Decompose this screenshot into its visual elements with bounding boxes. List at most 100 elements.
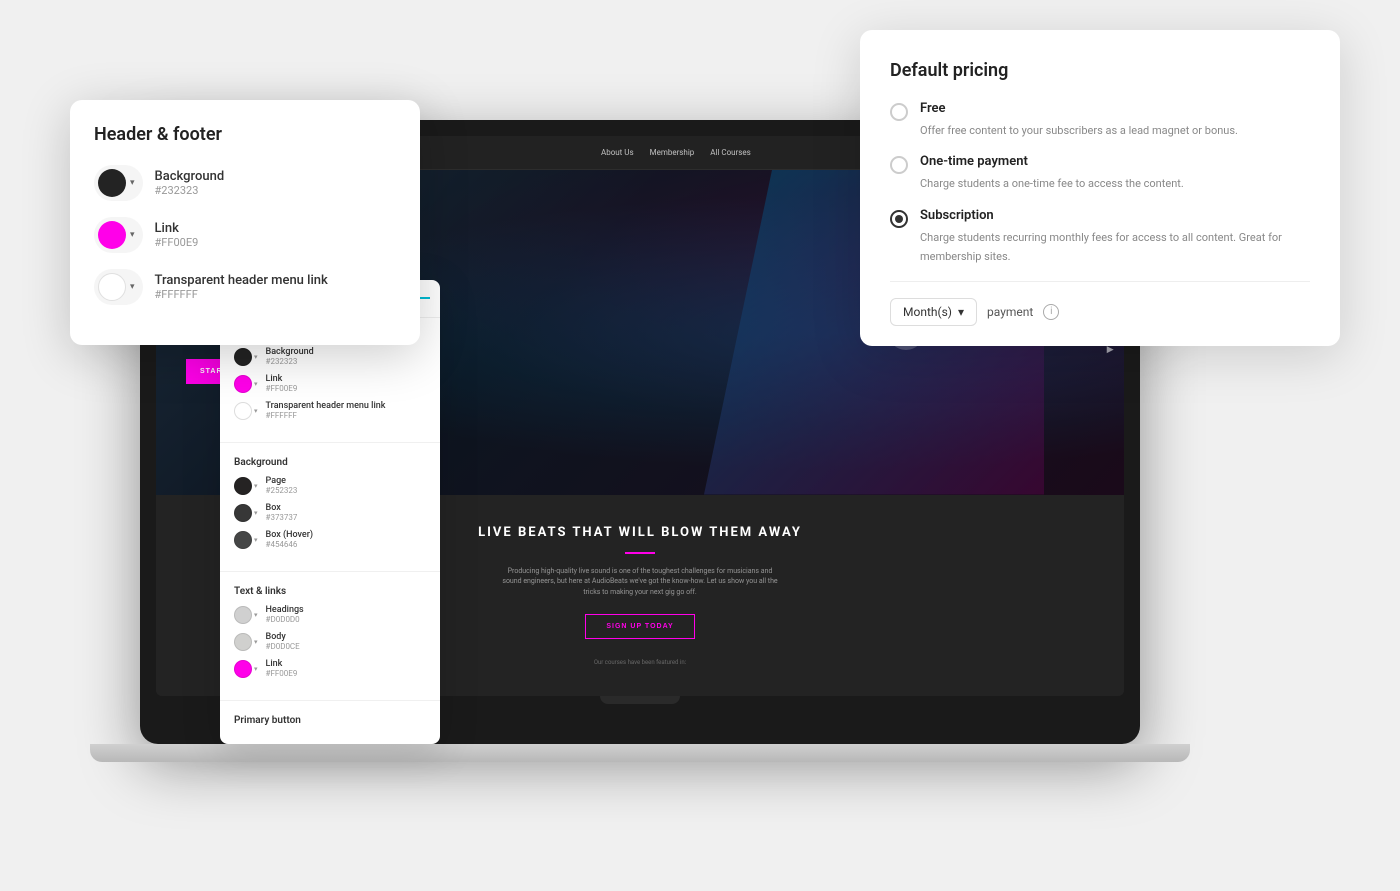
divider-1	[220, 442, 440, 443]
pricing-title: Default pricing	[890, 60, 1310, 81]
hf-transparent-hex: #FFFFFF	[155, 288, 396, 301]
body-label: Body	[266, 632, 426, 642]
transparent-swatch[interactable]	[234, 402, 252, 420]
transparent-label: Transparent header menu link	[266, 401, 426, 411]
hf-background-hex: #232323	[155, 184, 396, 197]
nav-membership[interactable]: Membership	[650, 148, 695, 157]
link-text-swatch-arrow[interactable]: ▾	[254, 665, 258, 673]
nav-about[interactable]: About Us	[601, 148, 634, 157]
box-hover-swatch-arrow[interactable]: ▾	[254, 536, 258, 544]
hf-transparent-swatch[interactable]	[98, 273, 126, 301]
box-swatch-arrow[interactable]: ▾	[254, 509, 258, 517]
radio-inner-dot	[895, 215, 903, 223]
color-row-page: ▾ Page #252323	[234, 476, 426, 495]
body-hex: #D0D0CE	[266, 642, 426, 651]
body-swatch-arrow[interactable]: ▾	[254, 638, 258, 646]
headings-label: Headings	[266, 605, 426, 615]
hf-link-swatch[interactable]	[98, 221, 126, 249]
section-text: Producing high-quality live sound is one…	[500, 566, 780, 598]
laptop-base	[90, 744, 1190, 762]
hf-link-row: ▾ Link #FF00E9	[94, 217, 396, 253]
color-row-box: ▾ Box #373737	[234, 503, 426, 522]
page-label: Page	[266, 476, 426, 486]
color-row-background: ▾ Background #232323	[234, 347, 426, 366]
box-hex: #373737	[266, 513, 426, 522]
color-row-transparent: ▾ Transparent header menu link #FFFFFF	[234, 401, 426, 420]
pricing-panel: Default pricing Free Offer free content …	[860, 30, 1340, 346]
link-text-swatch[interactable]	[234, 660, 252, 678]
option-free-label: Free	[920, 101, 1238, 116]
header-footer-panel: Header & footer ▾ Background #232323 ▾ L…	[70, 100, 420, 345]
background-swatch[interactable]	[234, 348, 252, 366]
hf-background-swatch[interactable]	[98, 169, 126, 197]
hf-background-arrow[interactable]: ▾	[130, 178, 135, 188]
page-swatch[interactable]	[234, 477, 252, 495]
month-label: Month(s)	[903, 305, 952, 319]
hf-link-arrow[interactable]: ▾	[130, 230, 135, 240]
hf-background-row: ▾ Background #232323	[94, 165, 396, 201]
transparent-swatch-arrow[interactable]: ▾	[254, 407, 258, 415]
pricing-option-subscription[interactable]: Subscription Charge students recurring m…	[890, 208, 1310, 265]
site-nav: About Us Membership All Courses	[601, 148, 751, 157]
payment-label: payment	[987, 305, 1033, 319]
transparent-hex: #FFFFFF	[266, 411, 426, 420]
youtube-icon[interactable]: ▶	[1107, 345, 1114, 355]
hf-panel-title: Header & footer	[94, 124, 396, 145]
box-label: Box	[266, 503, 426, 513]
box-hover-hex: #454646	[266, 540, 426, 549]
laptop-notch	[600, 696, 680, 704]
box-swatch[interactable]	[234, 504, 252, 522]
background-label: Background	[266, 347, 426, 357]
hf-transparent-swatch-container[interactable]: ▾	[94, 269, 143, 305]
background-section: Background ▾ Page #252323 ▾ Box #373737	[220, 447, 440, 567]
hf-transparent-row: ▾ Transparent header menu link #FFFFFF	[94, 269, 396, 305]
signup-button[interactable]: SIGN UP TODAY	[585, 614, 694, 639]
hf-transparent-arrow[interactable]: ▾	[130, 282, 135, 292]
info-icon[interactable]: i	[1043, 304, 1059, 320]
headings-hex: #D0D0D0	[266, 615, 426, 624]
headings-swatch-arrow[interactable]: ▾	[254, 611, 258, 619]
primary-button-section: Primary button	[220, 705, 440, 744]
hf-background-swatch-container[interactable]: ▾	[94, 165, 143, 201]
pricing-extras: Month(s) ▾ payment i	[890, 281, 1310, 326]
option-free-desc: Offer free content to your subscribers a…	[920, 124, 1238, 137]
background-hex: #232323	[266, 357, 426, 366]
color-row-link: ▾ Link #FF00E9	[234, 374, 426, 393]
text-links-section-title: Text & links	[234, 586, 426, 597]
box-hover-label: Box (Hover)	[266, 530, 426, 540]
month-chevron-icon: ▾	[958, 305, 964, 319]
hf-background-label: Background	[155, 169, 396, 184]
pricing-option-free[interactable]: Free Offer free content to your subscrib…	[890, 101, 1310, 138]
color-row-headings: ▾ Headings #D0D0D0	[234, 605, 426, 624]
headings-swatch[interactable]	[234, 606, 252, 624]
primary-button-section-title: Primary button	[234, 715, 426, 726]
color-row-link-text: ▾ Link #FF00E9	[234, 659, 426, 678]
option-subscription-desc: Charge students recurring monthly fees f…	[920, 231, 1282, 263]
section-divider	[625, 552, 655, 554]
link-hex: #FF00E9	[266, 384, 426, 393]
link-text-hex: #FF00E9	[266, 669, 426, 678]
body-swatch[interactable]	[234, 633, 252, 651]
option-subscription-label: Subscription	[920, 208, 1310, 223]
background-section-title: Background	[234, 457, 426, 468]
background-swatch-arrow[interactable]: ▾	[254, 353, 258, 361]
pricing-option-onetime[interactable]: One-time payment Charge students a one-t…	[890, 154, 1310, 191]
link-swatch[interactable]	[234, 375, 252, 393]
radio-subscription[interactable]	[890, 210, 908, 228]
divider-2	[220, 571, 440, 572]
divider-3	[220, 700, 440, 701]
hf-link-swatch-container[interactable]: ▾	[94, 217, 143, 253]
page-swatch-arrow[interactable]: ▾	[254, 482, 258, 490]
radio-free[interactable]	[890, 103, 908, 121]
colors-panel: ← Colors Header & footer ▾ Background #2…	[220, 280, 440, 744]
radio-onetime[interactable]	[890, 156, 908, 174]
box-hover-swatch[interactable]	[234, 531, 252, 549]
option-onetime-label: One-time payment	[920, 154, 1184, 169]
option-onetime-desc: Charge students a one-time fee to access…	[920, 177, 1184, 190]
link-label: Link	[266, 374, 426, 384]
hf-transparent-label: Transparent header menu link	[155, 273, 396, 288]
text-links-section: Text & links ▾ Headings #D0D0D0 ▾ Body #…	[220, 576, 440, 696]
month-dropdown[interactable]: Month(s) ▾	[890, 298, 977, 326]
link-swatch-arrow[interactable]: ▾	[254, 380, 258, 388]
nav-courses[interactable]: All Courses	[710, 148, 750, 157]
